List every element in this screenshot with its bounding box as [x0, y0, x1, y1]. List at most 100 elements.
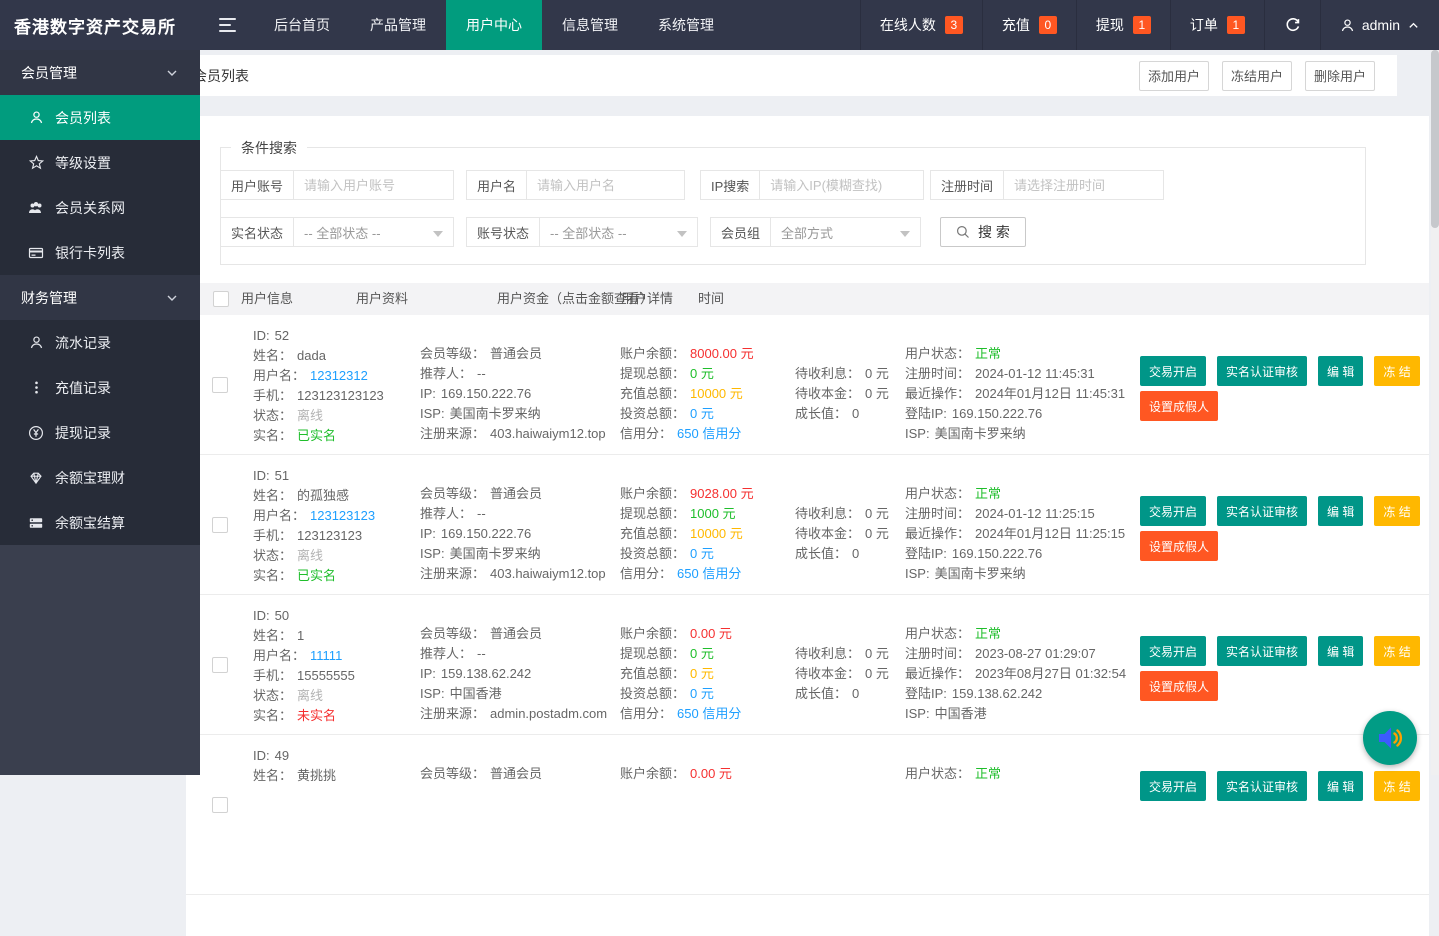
- nav-item-system[interactable]: 系统管理: [638, 0, 734, 50]
- recharge-link[interactable]: 0 元: [690, 666, 714, 681]
- invest-link[interactable]: 0 元: [690, 686, 714, 701]
- freeze-button[interactable]: 冻 结: [1374, 356, 1419, 386]
- field-account: 用户账号: [220, 170, 454, 200]
- cell-user-info: ID:49 姓名：黄挑挑: [253, 746, 336, 786]
- invest-link[interactable]: 0 元: [690, 546, 714, 561]
- trade-toggle-button[interactable]: 交易开启: [1140, 356, 1206, 386]
- stat-recharge[interactable]: 充值 0: [982, 0, 1076, 50]
- sidebar-item-recharge-records[interactable]: 充值记录: [0, 365, 200, 410]
- username-link[interactable]: 123123123: [310, 508, 375, 523]
- edit-button[interactable]: 编 辑: [1318, 496, 1363, 526]
- row-checkbox[interactable]: [212, 377, 228, 393]
- sidebar-group-members[interactable]: 会员管理: [0, 50, 200, 95]
- edit-button[interactable]: 编 辑: [1318, 636, 1363, 666]
- select-all-checkbox[interactable]: [213, 291, 229, 307]
- credit-link[interactable]: 650 信用分: [677, 426, 741, 441]
- recharge-link[interactable]: 10000 元: [690, 386, 743, 401]
- floating-announcement-button[interactable]: [1363, 711, 1417, 765]
- member-group-select[interactable]: 全部方式: [771, 217, 921, 247]
- realname-status-select[interactable]: -- 全部状态 --: [294, 217, 454, 247]
- realname-status: 已实名: [297, 568, 336, 583]
- page-header-actions: 添加用户 冻结用户 删除用户: [1139, 61, 1397, 91]
- withdraw-link[interactable]: 0 元: [690, 646, 714, 661]
- sidebar-group-finance[interactable]: 财务管理: [0, 275, 200, 320]
- freeze-button[interactable]: 冻 结: [1374, 771, 1419, 801]
- freeze-button[interactable]: 冻 结: [1374, 496, 1419, 526]
- set-fake-button[interactable]: 设置成假人: [1140, 671, 1218, 701]
- sidebar-item-flow-records[interactable]: 流水记录: [0, 320, 200, 365]
- sidebar-item-yuebao-settlement[interactable]: 余额宝结算: [0, 500, 200, 545]
- edit-button[interactable]: 编 辑: [1318, 356, 1363, 386]
- withdraw-link[interactable]: 0 元: [690, 366, 714, 381]
- menu-toggle-icon[interactable]: [200, 0, 254, 50]
- top-navbar: 香港数字资产交易所 后台首页 产品管理 用户中心 信息管理 系统管理 在线人数 …: [0, 0, 1439, 50]
- select-caret-icon: [677, 231, 687, 237]
- sidebar-item-bank-cards[interactable]: 银行卡列表: [0, 230, 200, 275]
- realname-verify-button[interactable]: 实名认证审核: [1217, 356, 1307, 386]
- trade-toggle-button[interactable]: 交易开启: [1140, 496, 1206, 526]
- nav-item-products[interactable]: 产品管理: [350, 0, 446, 50]
- balance-link[interactable]: 9028.00 元: [690, 486, 754, 501]
- freeze-button[interactable]: 冻 结: [1374, 636, 1419, 666]
- delete-user-button[interactable]: 删除用户: [1305, 61, 1375, 91]
- col-user-info: 用户信息: [241, 283, 293, 315]
- balance-link[interactable]: 0.00 元: [690, 766, 732, 781]
- username-link[interactable]: 11111: [310, 648, 342, 663]
- realname-verify-button[interactable]: 实名认证审核: [1217, 771, 1307, 801]
- stat-withdraw[interactable]: 提现 1: [1076, 0, 1170, 50]
- balance-link[interactable]: 0.00 元: [690, 626, 732, 641]
- withdraw-link[interactable]: 1000 元: [690, 506, 736, 521]
- username-link[interactable]: 12312312: [310, 368, 368, 383]
- sidebar-item-withdraw-records[interactable]: 提现记录: [0, 410, 200, 455]
- sidebar: 会员管理 会员列表 等级设置 会员关系网 银行卡列表 财务管理: [0, 50, 200, 775]
- edit-button[interactable]: 编 辑: [1318, 771, 1363, 801]
- sidebar-item-yuebao-finance[interactable]: 余额宝理财: [0, 455, 200, 500]
- yen-circle-icon: [28, 425, 44, 441]
- cell-user-funds: 账户余额：0.00 元: [620, 764, 732, 784]
- add-user-button[interactable]: 添加用户: [1139, 61, 1209, 91]
- trade-toggle-button[interactable]: 交易开启: [1140, 636, 1206, 666]
- nav-item-user-center[interactable]: 用户中心: [446, 0, 542, 50]
- register-time-input[interactable]: [1004, 170, 1164, 200]
- nav-item-dashboard[interactable]: 后台首页: [254, 0, 350, 50]
- row-checkbox[interactable]: [212, 797, 228, 813]
- account-input[interactable]: [294, 170, 454, 200]
- search-button[interactable]: 搜 索: [940, 217, 1026, 247]
- stat-orders[interactable]: 订单 1: [1170, 0, 1264, 50]
- trade-toggle-button[interactable]: 交易开启: [1140, 771, 1206, 801]
- sidebar-item-member-list[interactable]: 会员列表: [0, 95, 200, 140]
- field-username-label: 用户名: [466, 170, 527, 200]
- vertical-scrollbar[interactable]: [1431, 50, 1439, 775]
- realname-verify-button[interactable]: 实名认证审核: [1217, 636, 1307, 666]
- user-icon: [28, 335, 44, 351]
- cell-user-detail: 待收利息：0 元 待收本金：0 元 成长值：0: [795, 364, 889, 424]
- stat-orders-label: 订单: [1190, 15, 1218, 35]
- account-status-select[interactable]: -- 全部状态 --: [540, 217, 698, 247]
- sidebar-item-level-settings[interactable]: 等级设置: [0, 140, 200, 185]
- cell-user-info: ID:50 姓名：1 用户名：11111 手机：15555555 状态：离线 实…: [253, 606, 355, 726]
- stat-online[interactable]: 在线人数 3: [860, 0, 982, 50]
- bank-card-icon: [28, 245, 44, 261]
- set-fake-button[interactable]: 设置成假人: [1140, 531, 1218, 561]
- ip-search-input[interactable]: [760, 170, 924, 200]
- scrollbar-thumb[interactable]: [1431, 50, 1439, 228]
- invest-link[interactable]: 0 元: [690, 406, 714, 421]
- field-regtime-label: 注册时间: [930, 170, 1004, 200]
- sidebar-item-label: 会员列表: [55, 108, 111, 128]
- refresh-button[interactable]: [1264, 0, 1320, 50]
- balance-link[interactable]: 8000.00 元: [690, 346, 754, 361]
- recharge-link[interactable]: 10000 元: [690, 526, 743, 541]
- chevron-down-icon: [165, 66, 179, 80]
- sidebar-item-member-network[interactable]: 会员关系网: [0, 185, 200, 230]
- credit-link[interactable]: 650 信用分: [677, 706, 741, 721]
- cell-user-profile: 会员等级：普通会员 推荐人：-- IP:169.150.222.76 ISP:美…: [420, 344, 606, 444]
- set-fake-button[interactable]: 设置成假人: [1140, 391, 1218, 421]
- credit-link[interactable]: 650 信用分: [677, 566, 741, 581]
- row-checkbox[interactable]: [212, 657, 228, 673]
- realname-verify-button[interactable]: 实名认证审核: [1217, 496, 1307, 526]
- user-menu[interactable]: admin: [1320, 0, 1439, 50]
- nav-item-info[interactable]: 信息管理: [542, 0, 638, 50]
- row-checkbox[interactable]: [212, 517, 228, 533]
- username-input[interactable]: [527, 170, 685, 200]
- freeze-user-button[interactable]: 冻结用户: [1222, 61, 1292, 91]
